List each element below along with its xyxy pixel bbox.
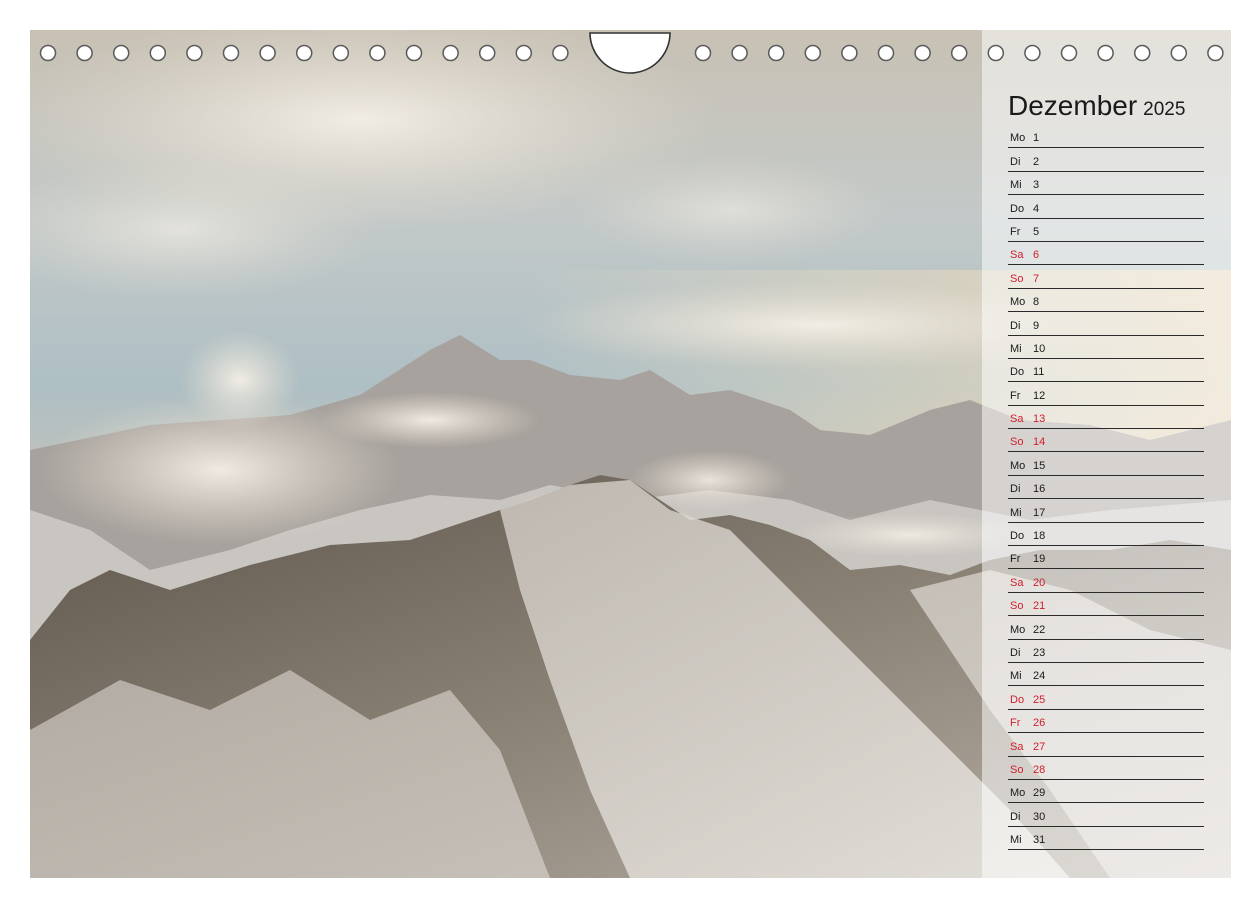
weekday-label: Sa [1010,413,1024,426]
weekday-label: Do [1010,366,1025,379]
weekday-label: Mi [1010,179,1022,192]
day-number: 11 [1033,366,1045,379]
month-title: Dezember 2025 [1008,86,1185,123]
day-row: Di 23 [1008,640,1204,663]
weekday-label: Fr [1010,553,1021,566]
calendar-page: Dezember 2025 Mo 1 Di 2 Mi 3 Do 4 Fr 5 Sa 6 So 7 Mo 8 Di 9… [30,30,1231,878]
weekday-label: Do [1010,693,1025,706]
day-row: Sa 13 [1008,406,1204,430]
weekday-label: Mo [1010,787,1026,800]
day-number: 25 [1033,693,1046,706]
day-row: Mo 1 [1008,125,1204,149]
day-row: Di 16 [1008,476,1204,500]
day-row: Mo 8 [1008,289,1204,313]
day-row: Di 2 [1008,148,1204,172]
weekday-label: Mi [1010,342,1022,355]
weekday-label: Fr [1010,717,1021,730]
weekday-label: So [1010,600,1024,613]
day-row: Sa 20 [1008,569,1204,593]
weekday-label: Mo [1010,296,1026,309]
day-row: Fr 5 [1008,219,1204,242]
day-row: Mi 10 [1008,336,1204,359]
weekday-label: Sa [1010,249,1024,262]
day-number: 17 [1033,506,1046,519]
day-number: 29 [1033,787,1046,800]
day-row: So 7 [1008,265,1204,289]
day-number: 20 [1033,576,1046,589]
day-row: Sa 27 [1008,733,1204,757]
day-number: 15 [1033,459,1046,472]
day-number: 28 [1033,763,1046,776]
day-number: 6 [1033,249,1040,262]
day-number: 26 [1033,717,1046,730]
weekday-label: Di [1010,810,1021,823]
day-number: 13 [1033,413,1046,426]
day-row: Fr 12 [1008,382,1204,406]
weekday-label: Sa [1010,576,1024,589]
day-row: Mi 17 [1008,499,1204,523]
day-number: 23 [1033,646,1046,659]
day-number: 10 [1033,342,1046,355]
weekday-label: Mi [1010,834,1022,847]
weekday-label: So [1010,272,1024,285]
day-row: Mo 15 [1008,452,1204,476]
weekday-label: Di [1010,646,1021,659]
weekday-label: Di [1010,483,1021,496]
weekday-label: Mo [1010,459,1026,472]
day-number: 7 [1033,272,1040,285]
day-number: 5 [1033,225,1040,238]
day-number: 31 [1033,834,1046,847]
weekday-label: Mi [1010,670,1022,683]
weekday-label: So [1010,436,1024,449]
day-number: 2 [1033,155,1040,168]
day-row: So 21 [1008,593,1204,617]
day-row: So 14 [1008,429,1204,453]
day-number: 24 [1033,670,1046,683]
day-row: Mi 31 [1008,827,1204,851]
day-number: 16 [1033,483,1046,496]
weekday-label: Do [1010,530,1025,543]
day-number: 18 [1033,530,1046,543]
day-number: 21 [1033,600,1046,613]
day-number: 3 [1033,179,1040,192]
day-number: 14 [1033,436,1046,449]
weekday-label: Di [1010,155,1021,168]
day-list: Mo 1 Di 2 Mi 3 Do 4 Fr 5 Sa 6 So 7 Mo 8 Di 9 Mi 10 Do 11 Fr 12 S… [1008,125,1204,851]
day-row: Mi 3 [1008,172,1204,196]
month-name: Dezember [1008,90,1138,121]
day-row: Do 11 [1008,359,1204,383]
day-row: Do 18 [1008,523,1204,547]
weekday-label: Di [1010,319,1021,332]
day-row: Do 4 [1008,195,1204,219]
weekday-label: Mo [1010,132,1026,145]
weekday-label: Fr [1010,389,1021,402]
year-label: 2025 [1143,99,1186,120]
day-number: 8 [1033,296,1040,309]
day-row: Fr 19 [1008,546,1204,570]
day-row: Do 25 [1008,686,1204,710]
day-number: 4 [1033,202,1040,215]
day-row: Mo 29 [1008,780,1204,804]
day-number: 27 [1033,740,1046,753]
weekday-label: Sa [1010,740,1024,753]
day-number: 30 [1033,810,1046,823]
weekday-label: Mo [1010,623,1026,636]
day-row: Mi 24 [1008,663,1204,687]
day-row: Di 9 [1008,312,1204,336]
day-row: Fr 26 [1008,710,1204,734]
day-row: So 28 [1008,757,1204,780]
day-row: Di 30 [1008,803,1204,827]
weekday-label: Mi [1010,506,1022,519]
day-number: 19 [1033,553,1046,566]
day-row: Mo 22 [1008,616,1204,640]
day-row: Sa 6 [1008,242,1204,266]
weekday-label: So [1010,763,1024,776]
day-number: 22 [1033,623,1046,636]
weekday-label: Fr [1010,225,1021,238]
weekday-label: Do [1010,202,1025,215]
day-number: 9 [1033,319,1040,332]
day-number: 12 [1033,389,1046,402]
day-number: 1 [1033,132,1040,145]
